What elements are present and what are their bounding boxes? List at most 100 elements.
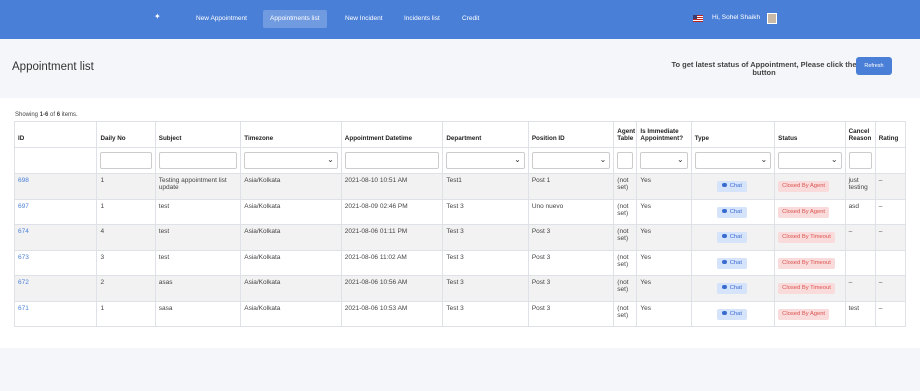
nav-incidents-list[interactable]: Incidents list <box>397 10 447 28</box>
column-header[interactable]: Agent Table <box>613 121 638 148</box>
cell-agent: (not set) <box>613 300 638 327</box>
filter-type[interactable] <box>694 152 772 169</box>
cell-rating: – <box>874 224 907 251</box>
refresh-button[interactable]: Refresh <box>856 57 892 75</box>
status-badge: Closed By Agent <box>778 308 830 320</box>
appointment-id-link[interactable]: 698 <box>18 177 29 184</box>
chat-icon <box>721 234 727 239</box>
nav-appointments-list[interactable]: Appointments list <box>263 10 327 28</box>
filter-status[interactable] <box>778 152 842 169</box>
chat-type-badge[interactable]: Chat <box>716 308 747 320</box>
cell-tz: Asia/Kolkata <box>240 275 342 302</box>
cell-type: Chat <box>690 173 776 200</box>
table-row[interactable]: 673 3 test Asia/Kolkata 2021-08-06 11:02 AM T… <box>13 249 907 276</box>
cell-id: 673 <box>13 249 98 276</box>
appointment-id-link[interactable]: 697 <box>18 203 29 210</box>
appointment-id-link[interactable]: 671 <box>18 305 29 312</box>
cell-imm: Yes <box>636 249 692 276</box>
cell-subject: asas <box>154 275 242 302</box>
cell-cancel: – <box>844 224 876 251</box>
cell-pos: Post 3 <box>527 275 615 302</box>
filter-position[interactable] <box>531 152 611 169</box>
column-header[interactable]: Is Immediate Appointment? <box>636 121 692 148</box>
table-row[interactable]: 697 1 test Asia/Kolkata 2021-08-09 02:46 PM T… <box>13 198 907 225</box>
cell-agent: (not set) <box>613 173 638 200</box>
cell-id: 672 <box>13 275 98 302</box>
status-badge: Closed By Agent <box>778 206 830 218</box>
logo-icon[interactable]: ✦ <box>154 12 161 21</box>
appointment-id-link[interactable]: 672 <box>18 279 29 286</box>
nav-new-incident[interactable]: New Incident <box>338 10 390 28</box>
nav-credit[interactable]: Credit <box>455 10 486 28</box>
cell-subject: Testing appointment list update <box>154 173 242 200</box>
filter-subject[interactable] <box>158 152 238 169</box>
chat-label: Chat <box>729 285 742 291</box>
chat-type-badge[interactable]: Chat <box>716 232 747 243</box>
cell-tz: Asia/Kolkata <box>240 224 342 251</box>
cell-cancel: just testing <box>844 173 876 200</box>
cell-cancel <box>844 249 876 276</box>
chat-label: Chat <box>729 259 742 266</box>
appointments-table: ID Daily No Subject Timezone Appointment Dat… <box>13 121 907 327</box>
column-header[interactable]: Daily No <box>96 121 156 148</box>
chat-type-badge[interactable]: Chat <box>716 181 747 192</box>
cell-imm: Yes <box>636 173 692 200</box>
chat-label: Chat <box>729 208 742 215</box>
chat-icon <box>721 259 727 264</box>
column-header[interactable]: Rating <box>874 121 907 148</box>
filter-datetime[interactable] <box>344 152 440 169</box>
chat-type-badge[interactable]: Chat <box>716 257 747 269</box>
cell-pos: Uno nuevo <box>527 198 615 225</box>
appointment-id-link[interactable]: 673 <box>18 254 29 261</box>
user-name[interactable]: Hi, Sohel Shaikh <box>712 14 760 21</box>
column-header[interactable]: Subject <box>154 121 242 148</box>
cell-type: Chat <box>690 249 776 276</box>
cell-status: Closed By Timeout <box>774 275 846 302</box>
refresh-hint: To get latest status of Appointment, Ple… <box>671 60 857 77</box>
cell-type: Chat <box>690 275 776 302</box>
filter-department[interactable] <box>446 152 525 169</box>
cell-subject: test <box>154 249 242 276</box>
cell-dept: Test 3 <box>442 249 529 276</box>
cell-status: Closed By Timeout <box>774 224 846 251</box>
table-row[interactable]: 672 2 asas Asia/Kolkata 2021-08-06 10:56 AM T… <box>13 275 907 302</box>
table-row[interactable]: 671 1 sasa Asia/Kolkata 2021-08-06 10:53 AM T… <box>13 300 907 327</box>
cell-daily: 1 <box>96 300 156 327</box>
avatar[interactable] <box>767 13 777 24</box>
column-header[interactable]: Status <box>774 121 846 148</box>
column-header[interactable]: ID <box>13 121 98 148</box>
us-flag-icon[interactable] <box>693 15 703 22</box>
column-header[interactable]: Cancel Reason <box>844 121 876 148</box>
chat-type-badge[interactable]: Chat <box>716 206 747 218</box>
top-navbar: ✦ New Appointment Appointments list New … <box>0 0 920 39</box>
table-row[interactable]: 698 1 Testing appointment list update Asia/… <box>13 173 907 200</box>
table-row[interactable]: 674 4 test Asia/Kolkata 2021-08-06 01:11 PM T… <box>13 224 907 251</box>
appointment-id-link[interactable]: 674 <box>18 228 29 235</box>
cell-dt: 2021-08-06 10:56 AM <box>340 275 444 302</box>
nav-new-appointment[interactable]: New Appointment <box>189 10 254 28</box>
cell-imm: Yes <box>636 224 692 251</box>
table-summary: Showing 1-6 of 6 items. <box>15 112 78 118</box>
status-badge: Closed By Timeout <box>778 232 835 243</box>
cell-type: Chat <box>690 198 776 225</box>
column-header[interactable]: Type <box>690 121 776 148</box>
cell-dt: 2021-08-09 02:46 PM <box>340 198 444 225</box>
cell-daily: 3 <box>96 249 156 276</box>
filter-immediate[interactable] <box>640 152 688 169</box>
chat-icon <box>721 183 727 188</box>
filter-agent[interactable] <box>617 152 634 169</box>
page-title: Appointment list <box>12 61 94 73</box>
column-header[interactable]: Department <box>442 121 529 148</box>
column-header[interactable]: Position ID <box>527 121 615 148</box>
filter-cancel[interactable] <box>848 152 872 169</box>
column-header[interactable]: Timezone <box>240 121 342 148</box>
filter-timezone[interactable] <box>244 152 338 169</box>
chat-label: Chat <box>729 310 742 317</box>
cell-imm: Yes <box>636 300 692 327</box>
column-header[interactable]: Appointment Datetime <box>340 121 444 148</box>
cell-agent: (not set) <box>613 275 638 302</box>
cell-pos: Post 3 <box>527 224 615 251</box>
cell-cancel: asd <box>844 198 876 225</box>
filter-daily-no[interactable] <box>100 152 152 169</box>
chat-type-badge[interactable]: Chat <box>716 283 747 294</box>
